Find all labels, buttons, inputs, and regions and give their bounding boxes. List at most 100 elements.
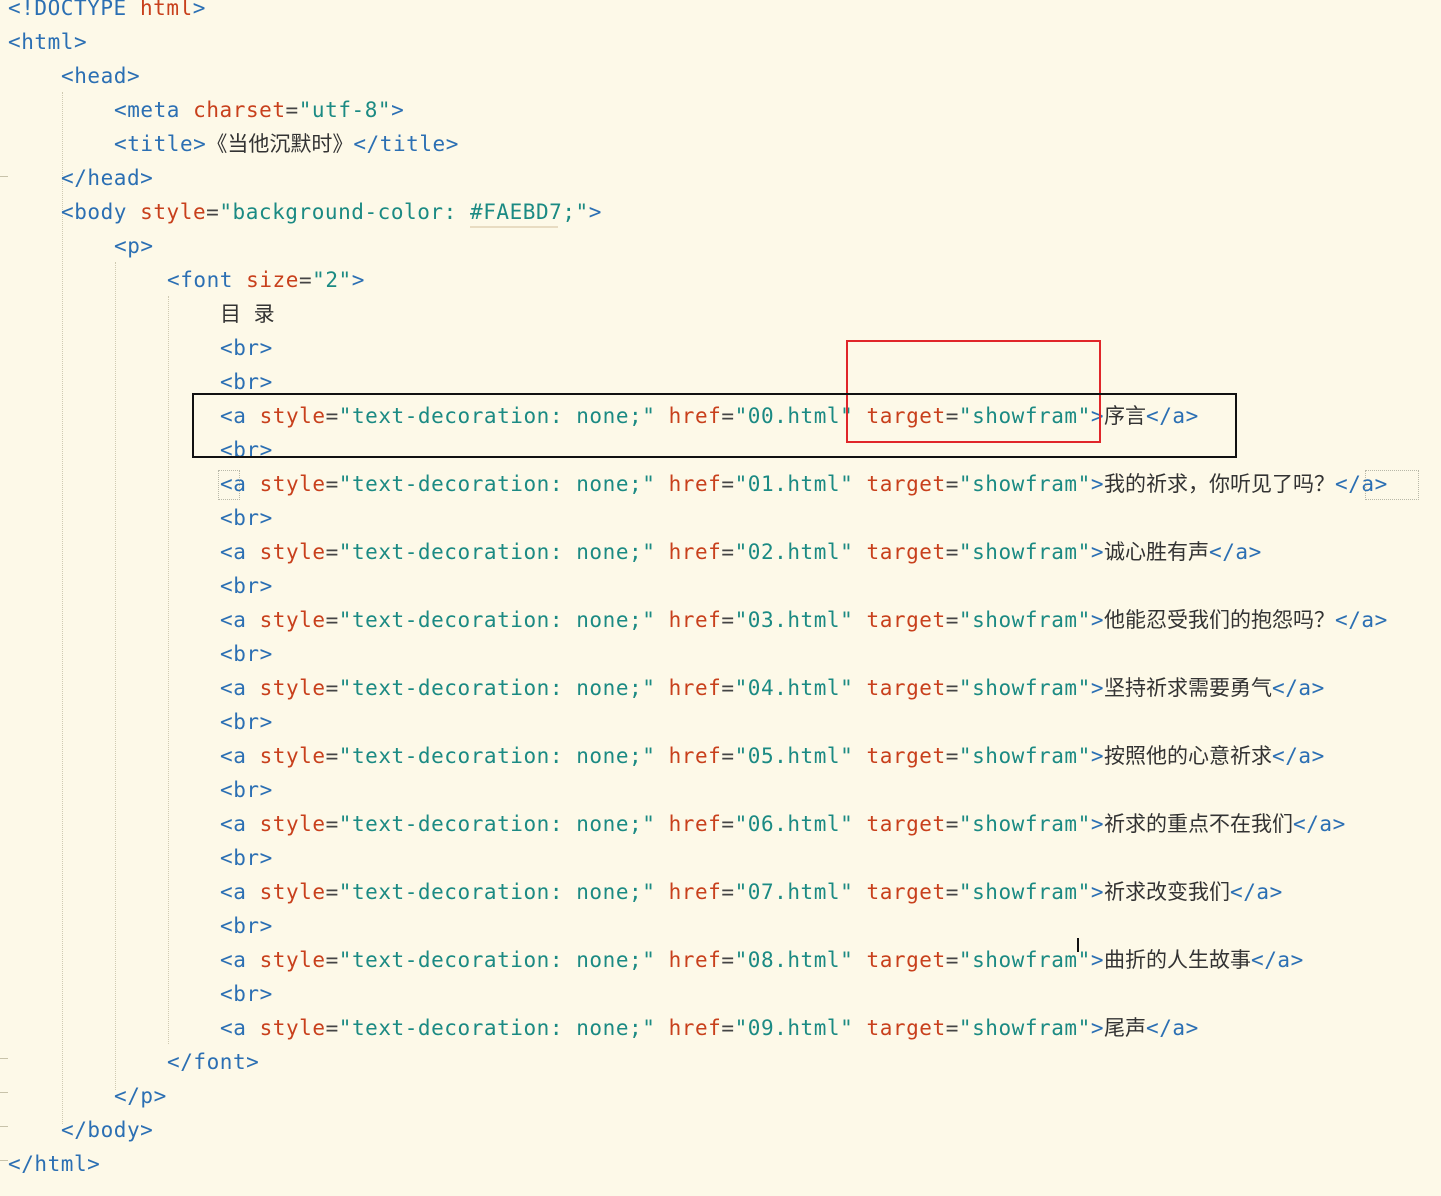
code-line[interactable]: <a style="text-decoration: none;" href="… <box>220 671 1325 705</box>
code-token: > <box>1090 1016 1105 1040</box>
code-token: 诚心胜有声 <box>1104 540 1210 564</box>
code-line[interactable]: <br> <box>220 977 273 1011</box>
code-line[interactable]: <a style="text-decoration: none;" href="… <box>220 603 1388 637</box>
code-token: > <box>1090 812 1105 836</box>
color-value-underline <box>470 226 558 228</box>
code-token: </html> <box>8 1152 101 1176</box>
code-line[interactable]: <a style="text-decoration: none;" href="… <box>220 467 1388 501</box>
text-cursor <box>1077 938 1079 952</box>
code-line[interactable]: <meta charset="utf-8"> <box>114 93 404 127</box>
code-line[interactable]: <p> <box>114 229 154 263</box>
code-token: = <box>721 540 735 564</box>
code-token: size <box>246 268 299 292</box>
code-token: "showfram" <box>958 812 1091 836</box>
code-token: href <box>668 540 722 564</box>
code-token: "text-decoration: none;" <box>338 812 669 836</box>
code-token: </a> <box>1230 880 1283 904</box>
code-token: <body <box>61 200 141 224</box>
code-token: "showfram" <box>958 472 1091 496</box>
code-line[interactable]: <a style="text-decoration: none;" href="… <box>220 807 1346 841</box>
code-token: 按照他的心意祈求 <box>1104 744 1273 768</box>
code-line[interactable]: <body style="background-color: #FAEBD7;"… <box>61 195 602 229</box>
code-token: = <box>325 540 339 564</box>
matching-tag-highlight <box>218 470 240 500</box>
fold-marker[interactable] <box>0 1092 8 1093</box>
code-token: = <box>945 540 959 564</box>
code-token: </a> <box>1146 1016 1199 1040</box>
code-line[interactable]: 目 录 <box>220 297 275 331</box>
code-line[interactable]: <br> <box>220 773 273 807</box>
code-line[interactable]: <br> <box>220 637 273 671</box>
code-token: </a> <box>1272 744 1325 768</box>
code-token: </font> <box>167 1050 260 1074</box>
code-token: = <box>945 812 959 836</box>
code-token: <a <box>220 744 260 768</box>
fold-marker[interactable] <box>0 1160 8 1161</box>
code-token: <!DOCTYPE <box>8 0 140 20</box>
code-token: href <box>668 812 722 836</box>
code-token: </a> <box>1209 540 1262 564</box>
code-token: </a> <box>1251 948 1304 972</box>
code-token: > <box>1090 880 1105 904</box>
indent-guide <box>168 296 169 1044</box>
code-line[interactable]: <br> <box>220 841 273 875</box>
code-token: 目 录 <box>220 302 275 326</box>
code-token: <a <box>220 608 260 632</box>
code-line[interactable]: <br> <box>220 705 273 739</box>
code-token: = <box>721 880 735 904</box>
code-token: = <box>325 812 339 836</box>
fold-marker[interactable] <box>0 176 8 177</box>
code-token: style <box>259 472 326 496</box>
code-token: "text-decoration: none;" <box>338 880 669 904</box>
code-token: "showfram" <box>958 676 1091 700</box>
code-line[interactable]: <!DOCTYPE html> <box>8 0 206 25</box>
code-token: <a <box>220 880 260 904</box>
code-line[interactable]: </font> <box>167 1045 259 1079</box>
code-token: <meta <box>114 98 194 122</box>
code-token: style <box>259 1016 326 1040</box>
code-line[interactable]: </p> <box>114 1079 167 1113</box>
code-line[interactable]: <br> <box>220 501 273 535</box>
code-line[interactable]: </body> <box>61 1113 153 1147</box>
fold-marker[interactable] <box>0 1058 8 1059</box>
code-line[interactable]: <br> <box>220 569 273 603</box>
code-editor[interactable]: <!DOCTYPE html> <html> <head> <meta charset… <box>0 0 1441 1196</box>
code-token: = <box>721 948 735 972</box>
code-token: 祈求的重点不在我们 <box>1104 812 1294 836</box>
code-token: "08.html" <box>734 948 867 972</box>
code-token: style <box>259 540 326 564</box>
code-line[interactable]: <a style="text-decoration: none;" href="… <box>220 1011 1199 1045</box>
fold-marker[interactable] <box>0 1126 8 1127</box>
code-token: "utf-8" <box>298 98 392 122</box>
code-token: target <box>866 676 946 700</box>
code-token: = <box>945 880 959 904</box>
code-line[interactable]: <br> <box>220 909 273 943</box>
code-token: "06.html" <box>734 812 867 836</box>
code-token: <br> <box>220 982 273 1006</box>
code-line[interactable]: <head> <box>61 59 140 93</box>
code-line[interactable]: <title>《当他沉默时》</title> <box>114 127 459 161</box>
code-token: target <box>866 608 946 632</box>
code-token: "showfram" <box>958 948 1091 972</box>
code-line[interactable]: <html> <box>8 25 87 59</box>
code-token: style <box>259 812 326 836</box>
code-token: <br> <box>220 642 273 666</box>
code-token: 《当他沉默时》 <box>206 132 354 156</box>
code-line[interactable]: </html> <box>8 1147 100 1181</box>
code-line[interactable]: <a style="text-decoration: none;" href="… <box>220 943 1304 977</box>
code-line[interactable]: <a style="text-decoration: none;" href="… <box>220 875 1283 909</box>
code-token: "09.html" <box>734 1016 867 1040</box>
code-token: 他能忍受我们的抱怨吗？ <box>1104 608 1336 632</box>
code-token: > <box>1090 472 1105 496</box>
code-token: style <box>259 948 326 972</box>
code-token: </a> <box>1272 676 1325 700</box>
code-line[interactable]: <font size="2"> <box>167 263 365 297</box>
code-line[interactable]: <a style="text-decoration: none;" href="… <box>220 739 1325 773</box>
code-line[interactable]: </head> <box>61 161 153 195</box>
code-line[interactable]: <br> <box>220 331 273 365</box>
code-token: = <box>721 608 735 632</box>
code-token: "01.html" <box>734 472 867 496</box>
code-token: = <box>325 676 339 700</box>
code-token: target <box>866 880 946 904</box>
code-line[interactable]: <a style="text-decoration: none;" href="… <box>220 535 1262 569</box>
